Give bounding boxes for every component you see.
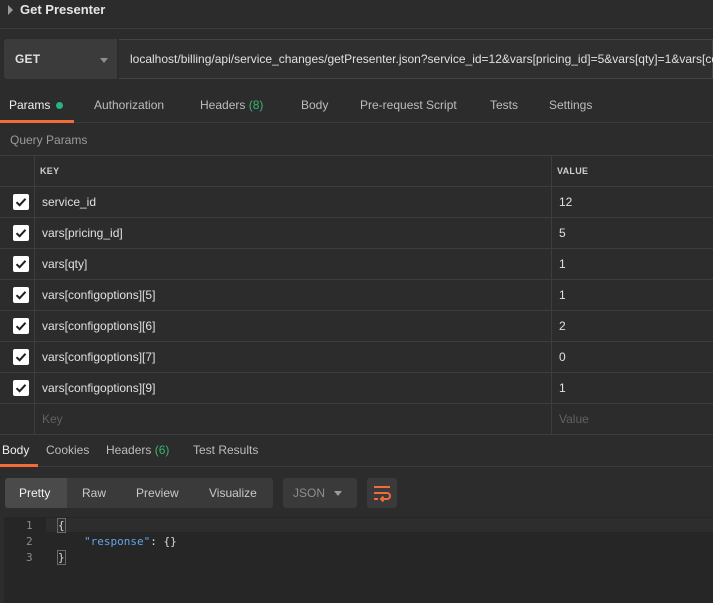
- response-tab-test-results[interactable]: Test Results: [193, 443, 258, 457]
- key-input-placeholder[interactable]: Key: [42, 412, 63, 426]
- value-column-header: VALUE: [557, 166, 589, 176]
- visualize-button[interactable]: Visualize: [209, 486, 257, 500]
- json-key: "response": [84, 535, 151, 548]
- tab-body[interactable]: Body: [301, 98, 328, 112]
- value-input-placeholder[interactable]: Value: [559, 412, 589, 426]
- key-column-header: KEY: [40, 166, 60, 176]
- param-checkbox[interactable]: [13, 256, 29, 272]
- code-line-response: "response": {}: [84, 535, 177, 548]
- table-header-row: KEY VALUE: [0, 155, 713, 186]
- param-value[interactable]: 5: [559, 226, 566, 240]
- param-key[interactable]: vars[configoptions][7]: [42, 350, 155, 364]
- query-params-label: Query Params: [10, 133, 88, 147]
- json-value: : {}: [150, 535, 177, 548]
- param-value[interactable]: 12: [559, 195, 572, 209]
- param-checkbox[interactable]: [13, 380, 29, 396]
- headers-count-badge: (8): [248, 98, 264, 112]
- language-value: JSON: [293, 486, 326, 500]
- line-number: 2: [26, 535, 33, 548]
- param-value[interactable]: 1: [559, 288, 566, 302]
- request-title-bar: [0, 0, 713, 22]
- param-value[interactable]: 1: [559, 381, 566, 395]
- param-value[interactable]: 0: [559, 350, 566, 364]
- check-icon: [15, 322, 27, 331]
- tab-headers[interactable]: Headers (8): [200, 98, 263, 112]
- response-tab-cookies[interactable]: Cookies: [46, 443, 89, 457]
- response-tab-body[interactable]: Body: [2, 443, 29, 457]
- url-value: localhost/billing/api/service_changes/ge…: [130, 52, 713, 66]
- param-checkbox[interactable]: [13, 349, 29, 365]
- param-key[interactable]: vars[pricing_id]: [42, 226, 123, 240]
- request-title[interactable]: Get Presenter: [20, 2, 105, 17]
- query-params-table: KEY VALUE service_id 12 vars[pricing_id]…: [0, 155, 713, 435]
- table-row: vars[configoptions][6] 2: [0, 310, 713, 341]
- column-divider: [34, 155, 35, 435]
- response-tabs-divider: [0, 466, 713, 467]
- preview-button[interactable]: Preview: [136, 486, 179, 500]
- param-checkbox[interactable]: [13, 318, 29, 334]
- line-number: 3: [26, 551, 33, 564]
- tab-headers-label: Headers: [200, 98, 246, 112]
- divider: [0, 28, 713, 29]
- param-value[interactable]: 2: [559, 319, 566, 333]
- param-checkbox[interactable]: [13, 287, 29, 303]
- check-icon: [15, 198, 27, 207]
- param-value[interactable]: 1: [559, 257, 566, 271]
- tab-tests[interactable]: Tests: [490, 98, 518, 112]
- check-icon: [15, 260, 27, 269]
- params-active-dot-icon: [56, 102, 63, 109]
- param-key[interactable]: service_id: [42, 195, 96, 209]
- table-row: vars[configoptions][7] 0: [0, 341, 713, 372]
- param-key[interactable]: vars[configoptions][9]: [42, 381, 155, 395]
- table-row: vars[configoptions][5] 1: [0, 279, 713, 310]
- chevron-down-icon: [100, 58, 108, 63]
- param-key[interactable]: vars[configoptions][6]: [42, 319, 155, 333]
- wrap-lines-icon: [374, 486, 391, 503]
- caret-right-icon[interactable]: [8, 5, 13, 15]
- current-line-highlight: [46, 518, 713, 532]
- param-key[interactable]: vars[qty]: [42, 257, 87, 271]
- check-icon: [15, 353, 27, 362]
- param-key[interactable]: vars[configoptions][5]: [42, 288, 155, 302]
- table-row: service_id 12: [0, 186, 713, 217]
- column-divider[interactable]: [551, 155, 552, 435]
- param-checkbox[interactable]: [13, 194, 29, 210]
- tab-params[interactable]: Params: [9, 98, 50, 112]
- tab-authorization[interactable]: Authorization: [94, 98, 164, 112]
- table-row: vars[qty] 1: [0, 248, 713, 279]
- response-headers-count-badge: (6): [154, 443, 170, 457]
- table-row: vars[configoptions][9] 1: [0, 372, 713, 403]
- response-tab-headers[interactable]: Headers (6): [106, 443, 169, 457]
- active-tab-indicator: [0, 120, 74, 123]
- param-checkbox[interactable]: [13, 225, 29, 241]
- check-icon: [15, 229, 27, 238]
- code-open-brace: {: [57, 518, 66, 533]
- method-value: GET: [15, 52, 41, 66]
- pretty-button[interactable]: Pretty: [19, 486, 50, 500]
- table-row-empty: Key Value: [0, 403, 713, 435]
- tabs-divider: [0, 122, 713, 123]
- active-response-tab-indicator: [0, 464, 38, 467]
- check-icon: [15, 291, 27, 300]
- line-number: 1: [26, 519, 33, 532]
- raw-button[interactable]: Raw: [82, 486, 106, 500]
- tab-pre-request-script[interactable]: Pre-request Script: [360, 98, 457, 112]
- response-tab-headers-label: Headers: [106, 443, 152, 457]
- chevron-down-icon: [334, 491, 342, 496]
- code-close-brace: }: [57, 550, 66, 565]
- table-row: vars[pricing_id] 5: [0, 217, 713, 248]
- tab-settings[interactable]: Settings: [549, 98, 592, 112]
- check-icon: [15, 384, 27, 393]
- wrap-lines-button[interactable]: [367, 478, 397, 508]
